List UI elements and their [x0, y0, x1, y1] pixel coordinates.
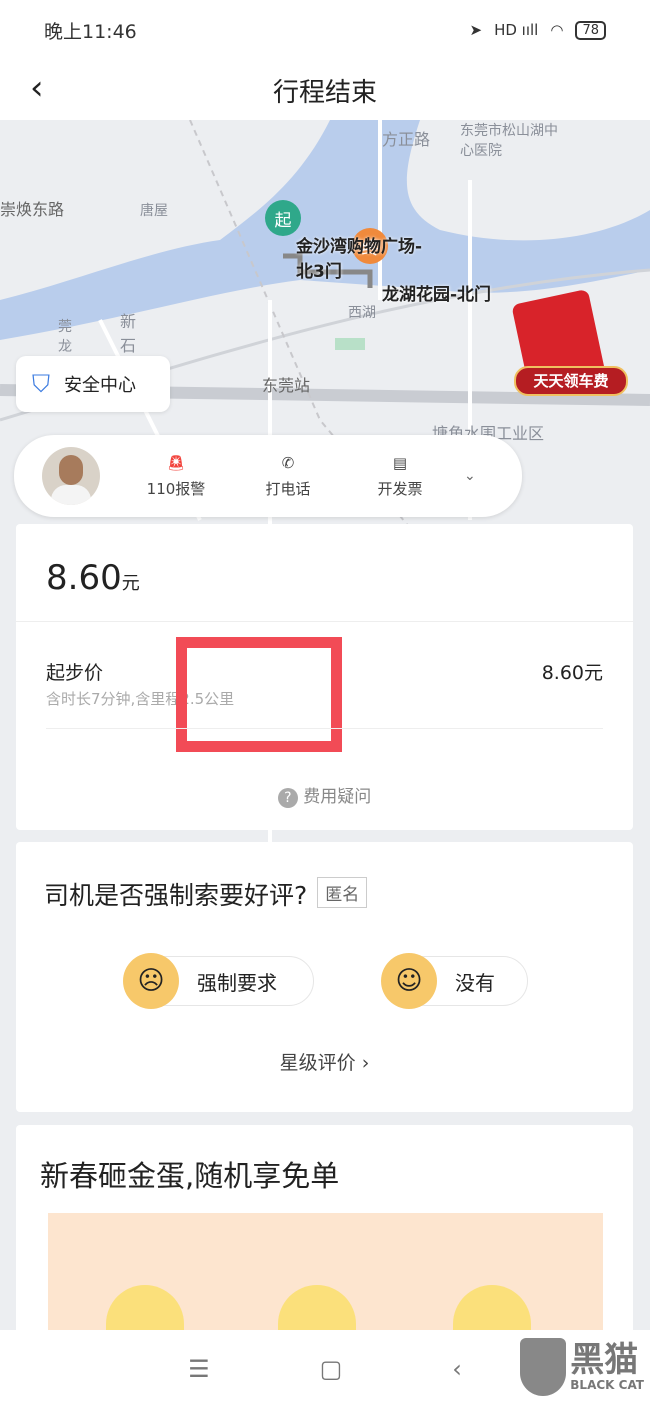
promo-badge: 天天领车费 — [514, 366, 628, 396]
home-icon[interactable]: ▢ — [320, 1355, 343, 1383]
anonymous-badge: 匿名 — [317, 877, 368, 908]
back-button[interactable]: ‹ — [30, 68, 44, 108]
back-icon[interactable]: ‹ — [452, 1355, 462, 1383]
no-option-button[interactable]: ☺ 没有 — [381, 953, 528, 1009]
driver-avatar[interactable] — [42, 447, 100, 505]
driver-action-bar: 🚨︎ 110报警 ✆ 打电话 ▤ 开发票 ⌄ — [14, 435, 522, 517]
promo-title: 新春砸金蛋,随机享免单 — [40, 1159, 340, 1193]
battery-icon: 78 — [575, 20, 606, 40]
menu-icon[interactable]: ☰ — [188, 1355, 210, 1383]
header: ‹ 行程结束 — [0, 60, 650, 120]
alarm-icon: 🚨︎ — [166, 453, 186, 472]
call-button[interactable]: ✆ 打电话 — [232, 454, 344, 499]
wifi-icon: ◠ — [550, 21, 564, 39]
map-label: 崇焕东路 — [0, 200, 65, 219]
cat-shield-logo — [520, 1338, 567, 1396]
map-label: 东莞市松山湖中心医院 — [460, 123, 558, 159]
map-label: 方正路 — [382, 130, 431, 149]
promo-banner[interactable] — [48, 1213, 603, 1340]
end-label: 龙湖花园-北门 — [382, 285, 492, 305]
action-label: 打电话 — [265, 479, 311, 498]
annotation-box — [176, 637, 342, 752]
phone-icon: ✆ — [281, 453, 295, 472]
page-title: 行程结束 — [272, 77, 377, 108]
alarm-110-button[interactable]: 🚨︎ 110报警 — [120, 454, 232, 499]
fare-question-link[interactable]: ? 费用疑问 — [16, 782, 633, 808]
safety-center-button[interactable]: ⛉ 安全中心 — [16, 356, 170, 412]
action-label: 开发票 — [377, 479, 423, 498]
start-label: 金沙湾购物广场-北3门 — [296, 237, 423, 282]
survey-card: 司机是否强制索要好评? 匿名 ☹ 强制要求 ☺ 没有 星级评价 › — [16, 842, 633, 1112]
fare-item-amount: 8.60元 — [541, 662, 603, 684]
map-label: 新石 — [120, 312, 137, 355]
status-bar: 晚上11:46 ➤ HD ııll ◠ 78 — [0, 0, 650, 60]
signal-icon: HD ııll — [494, 21, 539, 39]
location-icon: ➤ — [469, 21, 483, 39]
invoice-icon: ▤ — [392, 453, 408, 472]
promo-card[interactable]: 新春砸金蛋,随机享免单 — [16, 1125, 633, 1340]
clock: 晚上11:46 — [44, 20, 137, 43]
red-packet-promo[interactable]: 天天领车费 — [511, 288, 630, 401]
chevron-down-icon[interactable]: ⌄ — [464, 468, 476, 484]
fare-card: 8.60元 起步价 含时长7分钟,含里程2.5公里 8.60元 ? 费用疑问 — [16, 524, 633, 830]
watermark: 黑猫 BLACK CAT — [520, 1338, 644, 1396]
shield-icon: ⛉ — [32, 370, 50, 398]
invoice-button[interactable]: ▤ 开发票 — [344, 454, 456, 499]
total-fare: 8.60元 — [46, 558, 140, 598]
map-label: 莞龙 — [58, 319, 72, 355]
fare-item-label: 起步价 — [46, 662, 104, 684]
laughing-face-icon: ☺ — [381, 953, 437, 1009]
survey-question: 司机是否强制索要好评? 匿名 — [44, 876, 368, 912]
start-marker[interactable]: 起 — [265, 200, 301, 236]
map-label: 东莞站 — [262, 376, 311, 395]
map-label: 西湖 — [348, 305, 376, 321]
action-label: 110报警 — [146, 479, 206, 498]
sad-face-icon: ☹ — [123, 953, 179, 1009]
forced-option-button[interactable]: ☹ 强制要求 — [123, 953, 314, 1009]
question-icon: ? — [277, 788, 298, 808]
safety-center-label: 安全中心 — [64, 375, 136, 396]
star-rating-link[interactable]: 星级评价 › — [16, 1048, 633, 1075]
map-label: 唐屋 — [140, 203, 168, 219]
